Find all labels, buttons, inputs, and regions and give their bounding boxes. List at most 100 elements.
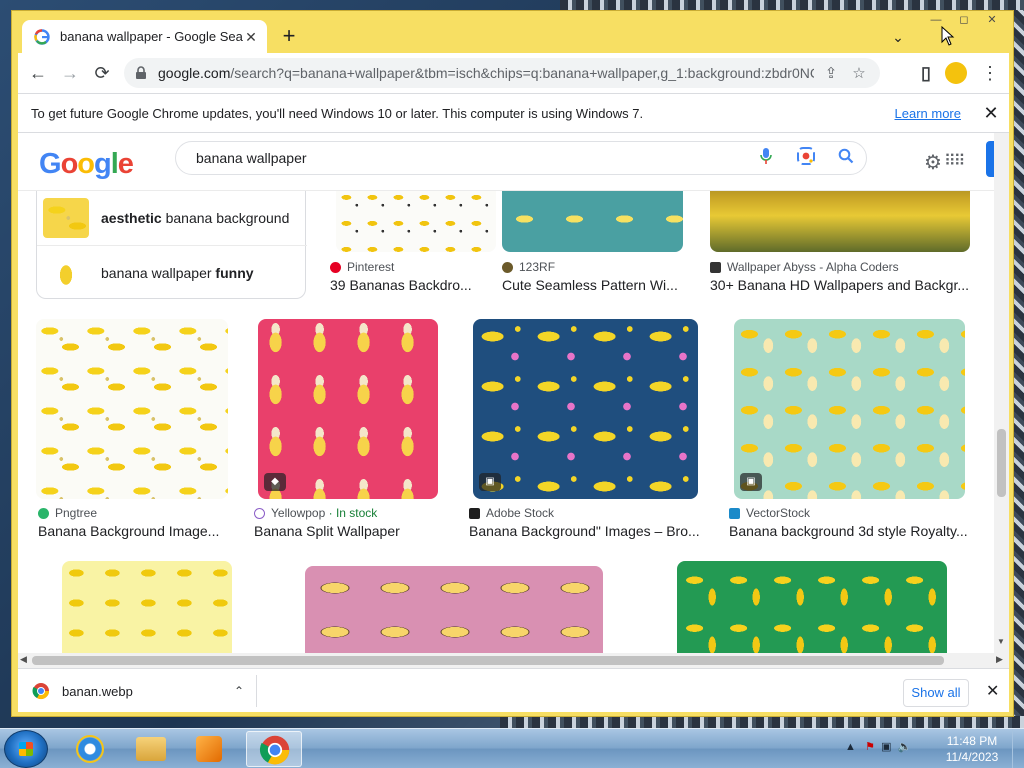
bookmark-star-icon[interactable]: ☆ — [848, 64, 870, 82]
image-title-link[interactable]: Cute Seamless Pattern Wi... — [502, 277, 682, 293]
related-searches: aesthetic banana background banana wallp… — [36, 191, 307, 299]
image-source: 123RF — [502, 260, 555, 274]
search-icon[interactable] — [826, 148, 866, 169]
reload-button[interactable]: ⟳ — [90, 61, 114, 85]
search-input[interactable]: banana wallpaper — [196, 150, 746, 166]
address-bar[interactable]: google.com/search?q=banana+wallpaper&tbm… — [124, 58, 880, 88]
taskbar-file-explorer[interactable] — [122, 731, 178, 767]
horizontal-scrollbar[interactable]: ◀ ▶ — [18, 653, 1009, 668]
image-source: VectorStock — [729, 506, 810, 520]
side-panel-icon[interactable]: ▯ — [914, 61, 938, 85]
tab-search-chevron-icon[interactable]: ⌄ — [886, 25, 910, 49]
horizontal-scroll-thumb[interactable] — [32, 656, 944, 665]
image-title-link[interactable]: Banana Background" Images – Bro... — [469, 523, 705, 539]
downloads-bar: banan.webp ⌃ Show all ✕ — [18, 668, 1009, 712]
image-thumbnail[interactable] — [677, 561, 947, 653]
network-icon[interactable]: ▣ — [881, 741, 891, 753]
scroll-left-arrow-icon[interactable]: ◀ — [20, 654, 27, 665]
image-results: aesthetic banana background banana wallp… — [18, 161, 994, 653]
pngtree-icon — [38, 507, 49, 519]
media-player-icon — [196, 736, 222, 762]
vertical-scroll-thumb[interactable] — [997, 429, 1006, 497]
related-thumbnail — [43, 198, 89, 238]
mouse-cursor-icon — [941, 26, 955, 46]
url-path: /search?q=banana+wallpaper&tbm=isch&chip… — [230, 65, 814, 81]
related-search-label: aesthetic banana background — [101, 210, 290, 226]
url-host: google.com — [158, 65, 231, 81]
taskbar-media-player[interactable] — [182, 731, 238, 767]
123rf-icon — [502, 261, 513, 273]
new-tab-button[interactable]: + — [277, 25, 301, 49]
start-button[interactable] — [4, 730, 48, 768]
lens-camera-icon[interactable] — [786, 146, 826, 170]
taskbar-clock[interactable]: 11:48 PM 11/4/2023 — [940, 733, 1004, 765]
yellowpop-icon — [254, 507, 265, 519]
image-title-link[interactable]: Banana Background Image... — [38, 523, 228, 539]
tab-close-icon[interactable]: ✕ — [243, 29, 259, 45]
infobar-close-icon[interactable]: ✕ — [983, 103, 999, 124]
window-controls: — ◻ ✕ — [922, 11, 1006, 31]
forward-button[interactable]: → — [58, 61, 82, 85]
pinterest-icon — [330, 261, 341, 273]
tray-expand-icon[interactable]: ▲ — [845, 741, 856, 753]
image-thumbnail[interactable] — [62, 561, 232, 653]
learn-more-link[interactable]: Learn more — [895, 106, 961, 121]
chrome-icon — [259, 735, 290, 765]
show-desktop-button[interactable] — [1012, 729, 1024, 768]
image-source: Yellowpop · In stock — [254, 506, 377, 520]
google-header: Google banana wallpaper ⚙ ⠿⠿ — [18, 133, 994, 191]
taskbar-internet-explorer[interactable] — [62, 731, 118, 767]
related-search-item[interactable]: aesthetic banana background — [37, 191, 307, 245]
image-thumbnail[interactable]: ▣ — [734, 319, 965, 499]
image-title-link[interactable]: Banana background 3d style Royalty... — [729, 523, 973, 539]
download-item[interactable]: banan.webp ⌃ — [32, 677, 247, 705]
google-icon — [34, 28, 50, 45]
image-thumbnail[interactable]: ▣ — [473, 319, 698, 499]
close-window-button[interactable]: ✕ — [978, 11, 1006, 29]
taskbar-chrome[interactable] — [246, 731, 302, 767]
image-type-icon: ▣ — [740, 473, 762, 491]
image-thumbnail[interactable] — [305, 566, 603, 653]
share-icon[interactable]: ⇪ — [820, 64, 842, 82]
in-stock-label: · In stock — [328, 506, 378, 520]
tab-strip: banana wallpaper - Google Search ✕ + ⌄ —… — [18, 11, 1009, 53]
microphone-icon[interactable] — [746, 147, 786, 170]
clock-time: 11:48 PM — [946, 734, 998, 748]
download-chevron-icon[interactable]: ⌃ — [231, 684, 247, 698]
search-box[interactable]: banana wallpaper — [175, 141, 867, 175]
vertical-scrollbar[interactable]: ▼ — [994, 133, 1009, 653]
volume-muted-icon[interactable]: 🔈 — [898, 741, 912, 753]
vectorstock-icon — [729, 507, 740, 519]
image-title-link[interactable]: Banana Split Wallpaper — [254, 523, 444, 539]
update-infobar: To get future Google Chrome updates, you… — [18, 93, 1009, 133]
browser-toolbar: ← → ⟳ google.com/search?q=banana+wallpap… — [18, 53, 1009, 93]
page-viewport: Google banana wallpaper ⚙ ⠿⠿ aesthetic b… — [18, 133, 1009, 653]
infobar-message: To get future Google Chrome updates, you… — [31, 105, 644, 121]
divider — [256, 675, 257, 707]
image-title-link[interactable]: 30+ Banana HD Wallpapers and Backgr... — [710, 277, 972, 293]
related-search-item[interactable]: banana wallpaper funny — [37, 245, 307, 299]
downloads-close-icon[interactable]: ✕ — [986, 681, 999, 701]
folder-icon — [136, 737, 166, 761]
image-title-link[interactable]: 39 Bananas Backdro... — [330, 277, 490, 293]
google-apps-icon[interactable]: ⠿⠿ — [944, 151, 965, 171]
chrome-menu-icon[interactable]: ⋮ — [978, 61, 1002, 85]
settings-gear-icon[interactable]: ⚙ — [924, 150, 942, 175]
tab-title: banana wallpaper - Google Search — [60, 29, 243, 44]
google-logo[interactable]: Google — [39, 148, 134, 181]
profile-avatar[interactable] — [945, 62, 967, 84]
scroll-down-arrow-icon[interactable]: ▼ — [997, 637, 1005, 646]
related-search-label: banana wallpaper funny — [101, 264, 254, 281]
back-button[interactable]: ← — [26, 61, 50, 85]
desktop-wallpaper-strip-top — [560, 0, 1024, 10]
show-all-button[interactable]: Show all — [903, 679, 969, 707]
related-thumbnail — [43, 252, 89, 293]
internet-explorer-icon — [76, 735, 104, 763]
desktop-wallpaper-strip-bottom — [500, 716, 1024, 728]
action-center-flag-icon[interactable]: ⚑ — [865, 741, 875, 753]
sign-in-button-edge[interactable] — [986, 141, 994, 177]
scroll-right-arrow-icon[interactable]: ▶ — [996, 654, 1003, 665]
image-thumbnail[interactable]: ◆ — [258, 319, 438, 499]
image-thumbnail[interactable] — [36, 319, 228, 499]
tab-google-search[interactable]: banana wallpaper - Google Search ✕ — [22, 20, 267, 53]
